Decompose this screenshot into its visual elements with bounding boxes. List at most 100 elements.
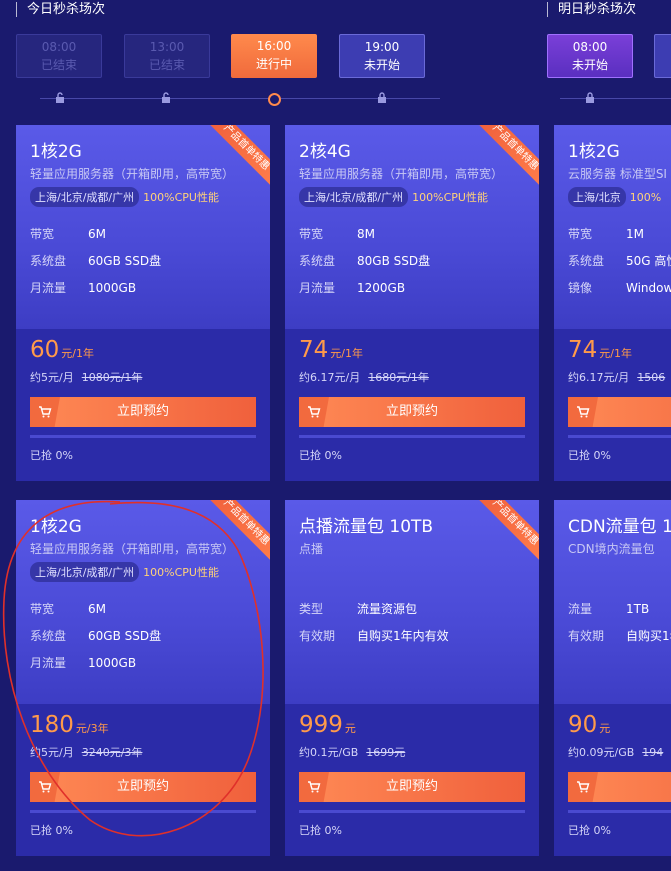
original-price: 1506 bbox=[637, 371, 666, 384]
slot-0800-tomorrow[interactable]: 08:00 未开始 bbox=[547, 34, 633, 78]
timeline-tomorrow bbox=[560, 98, 671, 99]
spec-row: 镜像 Windows bbox=[568, 279, 671, 306]
cpu-tag: 100%CPU性能 bbox=[412, 191, 488, 204]
progress-bar bbox=[30, 810, 256, 813]
slot-0800-today[interactable]: 08:00 已结束 bbox=[16, 34, 102, 78]
price: 74 元/1年 bbox=[299, 337, 363, 363]
spec-row: 带宽 1M bbox=[568, 225, 671, 252]
reserve-button[interactable] bbox=[568, 397, 671, 427]
card-title: 1核2G bbox=[30, 517, 82, 537]
spec-value: 6M bbox=[88, 602, 106, 616]
spec-value: 1000GB bbox=[88, 656, 137, 670]
reserve-label: 立即预约 bbox=[385, 404, 438, 419]
card-subtitle: CDN境内流量包 bbox=[568, 542, 655, 556]
product-card: 产品首单特惠 1核2G 轻量应用服务器（开箱即用，高带宽） 上海/北京/成都/广… bbox=[16, 500, 270, 856]
spec-key: 带宽 bbox=[568, 227, 593, 241]
spec-row: 系统盘 50G 高性 bbox=[568, 252, 671, 279]
region-tag: 上海/北京/成都/广州 bbox=[30, 187, 140, 207]
price-detail: 约0.09元/GB 194 bbox=[568, 744, 663, 760]
lock-icon bbox=[376, 92, 388, 104]
slot-time: 19:00 bbox=[364, 40, 400, 54]
slot-status: 未开始 bbox=[363, 58, 400, 72]
spec-key: 流量 bbox=[568, 602, 593, 616]
monthly-price: 约5元/月 bbox=[30, 371, 74, 384]
price-unit: 元/1年 bbox=[599, 347, 632, 360]
price-detail: 约6.17元/月 1680元/1年 bbox=[299, 369, 429, 385]
spec-key: 有效期 bbox=[299, 629, 336, 643]
spec-value: 1000GB bbox=[88, 281, 137, 295]
spec-key: 镜像 bbox=[568, 281, 593, 295]
card-tags: 上海/北京/成都/广州 100%CPU性能 bbox=[30, 187, 219, 207]
card-subtitle: 云服务器 标准型SI bbox=[568, 167, 667, 181]
reserve-label: 立即预约 bbox=[116, 404, 169, 419]
card-title: CDN流量包 1 bbox=[568, 517, 671, 537]
price: 90 元 bbox=[568, 712, 610, 738]
spec-list: 带宽 6M 系统盘 60GB SSD盘 月流量 1000GB bbox=[30, 600, 161, 681]
price-unit: 元 bbox=[599, 722, 611, 735]
price: 180 元/3年 bbox=[30, 712, 109, 738]
price-unit: 元 bbox=[344, 722, 356, 735]
price-value: 74 bbox=[568, 337, 598, 363]
reserve-label: 立即预约 bbox=[385, 779, 438, 794]
price: 999 元 bbox=[299, 712, 356, 738]
reserve-button[interactable]: 立即预约 bbox=[299, 772, 525, 802]
spec-list: 带宽 6M 系统盘 60GB SSD盘 月流量 1000GB bbox=[30, 225, 161, 306]
price: 60 元/1年 bbox=[30, 337, 94, 363]
slot-status: 已结束 bbox=[40, 58, 77, 72]
reserve-button[interactable]: 立即预约 bbox=[30, 772, 256, 802]
spec-row: 月流量 1200GB bbox=[299, 279, 430, 306]
price-detail: 约0.1元/GB 1699元 bbox=[299, 744, 405, 760]
spec-key: 带宽 bbox=[299, 227, 324, 241]
cart-icon bbox=[568, 397, 598, 427]
spec-row: 流量 1TB bbox=[568, 600, 671, 627]
monthly-price: 约6.17元/月 bbox=[299, 371, 361, 384]
slot-1600-today[interactable]: 16:00 进行中 bbox=[231, 34, 317, 78]
spec-key: 类型 bbox=[299, 602, 324, 616]
price-value: 60 bbox=[30, 337, 60, 363]
slot-time: 16:00 bbox=[256, 39, 292, 53]
original-price: 1680元/1年 bbox=[368, 371, 429, 384]
product-card: 1核2G 云服务器 标准型SI 上海/北京100% 带宽 1M 系统盘 50G 高性… bbox=[554, 125, 671, 481]
card-subtitle: 轻量应用服务器（开箱即用，高带宽） bbox=[30, 167, 235, 181]
spec-key: 月流量 bbox=[30, 281, 67, 295]
grabbed-percent: 已抢 0% bbox=[30, 449, 73, 462]
reserve-button[interactable]: 立即预约 bbox=[299, 397, 525, 427]
spec-list: 带宽 1M 系统盘 50G 高性 镜像 Windows bbox=[568, 225, 671, 306]
spec-row: 有效期 自购买1年内有效 bbox=[299, 627, 449, 654]
spec-value: Windows bbox=[626, 281, 671, 295]
spec-value: 8M bbox=[357, 227, 375, 241]
reserve-button[interactable]: 立即预约 bbox=[30, 397, 256, 427]
card-title: 1核2G bbox=[30, 142, 82, 162]
monthly-price: 约0.1元/GB bbox=[299, 746, 359, 759]
region-tag: 上海/北京 bbox=[568, 187, 626, 207]
tomorrow-sessions-title: 明日秒杀场次 bbox=[547, 2, 636, 17]
card-title: 1核2G bbox=[568, 142, 620, 162]
spec-row: 带宽 6M bbox=[30, 225, 161, 252]
spec-list: 类型 流量资源包 有效期 自购买1年内有效 bbox=[299, 600, 449, 654]
spec-value: 流量资源包 bbox=[357, 602, 418, 616]
original-price: 194 bbox=[642, 746, 664, 759]
progress-bar bbox=[299, 810, 525, 813]
card-tags: 上海/北京/成都/广州 100%CPU性能 bbox=[299, 187, 488, 207]
spec-value: 80GB SSD盘 bbox=[357, 254, 431, 268]
price-detail: 约5元/月 3240元/3年 bbox=[30, 744, 142, 760]
slot-next-tomorrow[interactable] bbox=[654, 34, 671, 78]
spec-key: 系统盘 bbox=[568, 254, 605, 268]
spec-key: 月流量 bbox=[299, 281, 336, 295]
product-card: 产品首单特惠 1核2G 轻量应用服务器（开箱即用，高带宽） 上海/北京/成都/广… bbox=[16, 125, 270, 481]
slot-time: 08:00 bbox=[41, 40, 77, 54]
today-sessions-title: 今日秒杀场次 bbox=[16, 2, 105, 17]
slot-1300-today[interactable]: 13:00 已结束 bbox=[124, 34, 210, 78]
price-value: 180 bbox=[30, 712, 74, 738]
spec-value: 60GB SSD盘 bbox=[88, 629, 162, 643]
spec-key: 系统盘 bbox=[30, 254, 67, 268]
monthly-price: 约6.17元/月 bbox=[568, 371, 630, 384]
product-card: 产品首单特惠 2核4G 轻量应用服务器（开箱即用，高带宽） 上海/北京/成都/广… bbox=[285, 125, 539, 481]
reserve-button[interactable] bbox=[568, 772, 671, 802]
slot-1900-today[interactable]: 19:00 未开始 bbox=[339, 34, 425, 78]
price-detail: 约5元/月 1080元/1年 bbox=[30, 369, 142, 385]
slot-time: 08:00 bbox=[572, 40, 608, 54]
spec-value: 6M bbox=[88, 227, 106, 241]
progress-bar bbox=[299, 435, 525, 438]
spec-value: 自购买1年 bbox=[626, 629, 671, 643]
